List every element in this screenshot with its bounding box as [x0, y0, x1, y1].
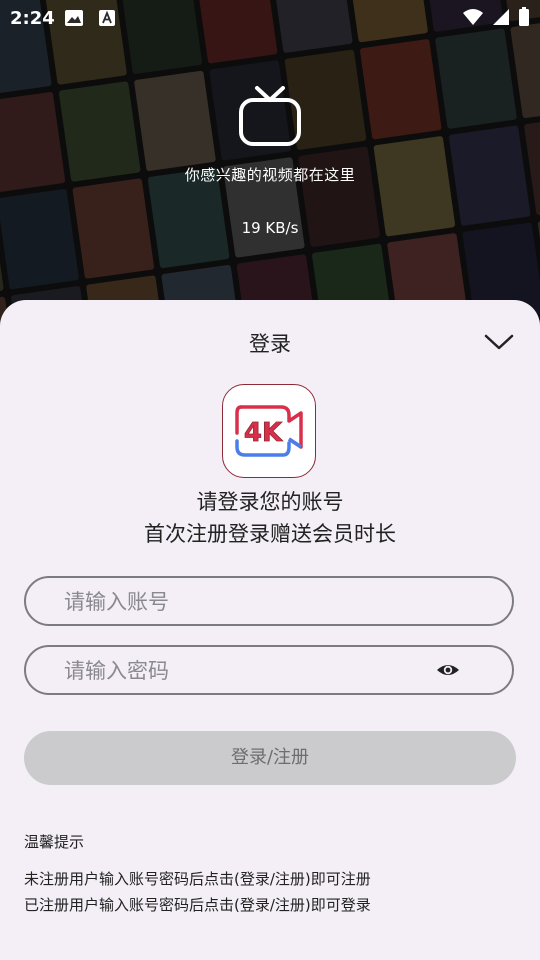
tv-icon — [239, 86, 301, 146]
hero-tagline: 你感兴趣的视频都在这里 — [184, 166, 356, 184]
password-input[interactable] — [62, 647, 446, 695]
login-prompt: 请登录您的账号 — [196, 490, 344, 514]
app-logo: 4K — [222, 384, 316, 478]
account-field — [24, 576, 514, 626]
tips-register-text: 未注册用户输入账号密码后点击(登录/注册)即可注册 — [24, 870, 371, 888]
account-input[interactable] — [62, 578, 446, 626]
logo-text: 4K — [244, 418, 283, 448]
image-icon — [65, 10, 83, 26]
password-field — [24, 645, 514, 695]
tips-title: 温馨提示 — [24, 833, 85, 851]
status-time: 2:24 — [10, 8, 55, 29]
video-4k-icon: 4K — [235, 405, 303, 457]
download-speed: 19 KB/s — [241, 219, 299, 237]
font-icon — [99, 10, 115, 26]
tips-login-text: 已注册用户输入账号密码后点击(登录/注册)即可登录 — [24, 896, 371, 914]
login-register-button[interactable]: 登录/注册 — [24, 731, 516, 785]
status-right-icons — [462, 7, 530, 27]
status-bar: 2:24 — [0, 0, 540, 36]
hero-section: 你感兴趣的视频都在这里 19 KB/s — [0, 80, 540, 237]
eye-icon[interactable] — [436, 660, 460, 680]
chevron-down-icon — [484, 334, 514, 350]
wifi-icon — [463, 9, 483, 25]
signup-bonus-text: 首次注册登录赠送会员时长 — [144, 522, 396, 546]
collapse-button[interactable] — [482, 328, 516, 356]
login-screen: 2:24 你感兴趣的视频都在这里 19 KB/s 登录 4K 请登录您的账号 首… — [0, 0, 540, 960]
battery-icon — [519, 7, 529, 26]
sheet-title: 登录 — [249, 332, 291, 356]
login-sheet: 登录 4K 请登录您的账号 首次注册登录赠送会员时长 请输入账号 登录/注册 温… — [0, 300, 540, 960]
cellular-icon — [493, 9, 509, 25]
